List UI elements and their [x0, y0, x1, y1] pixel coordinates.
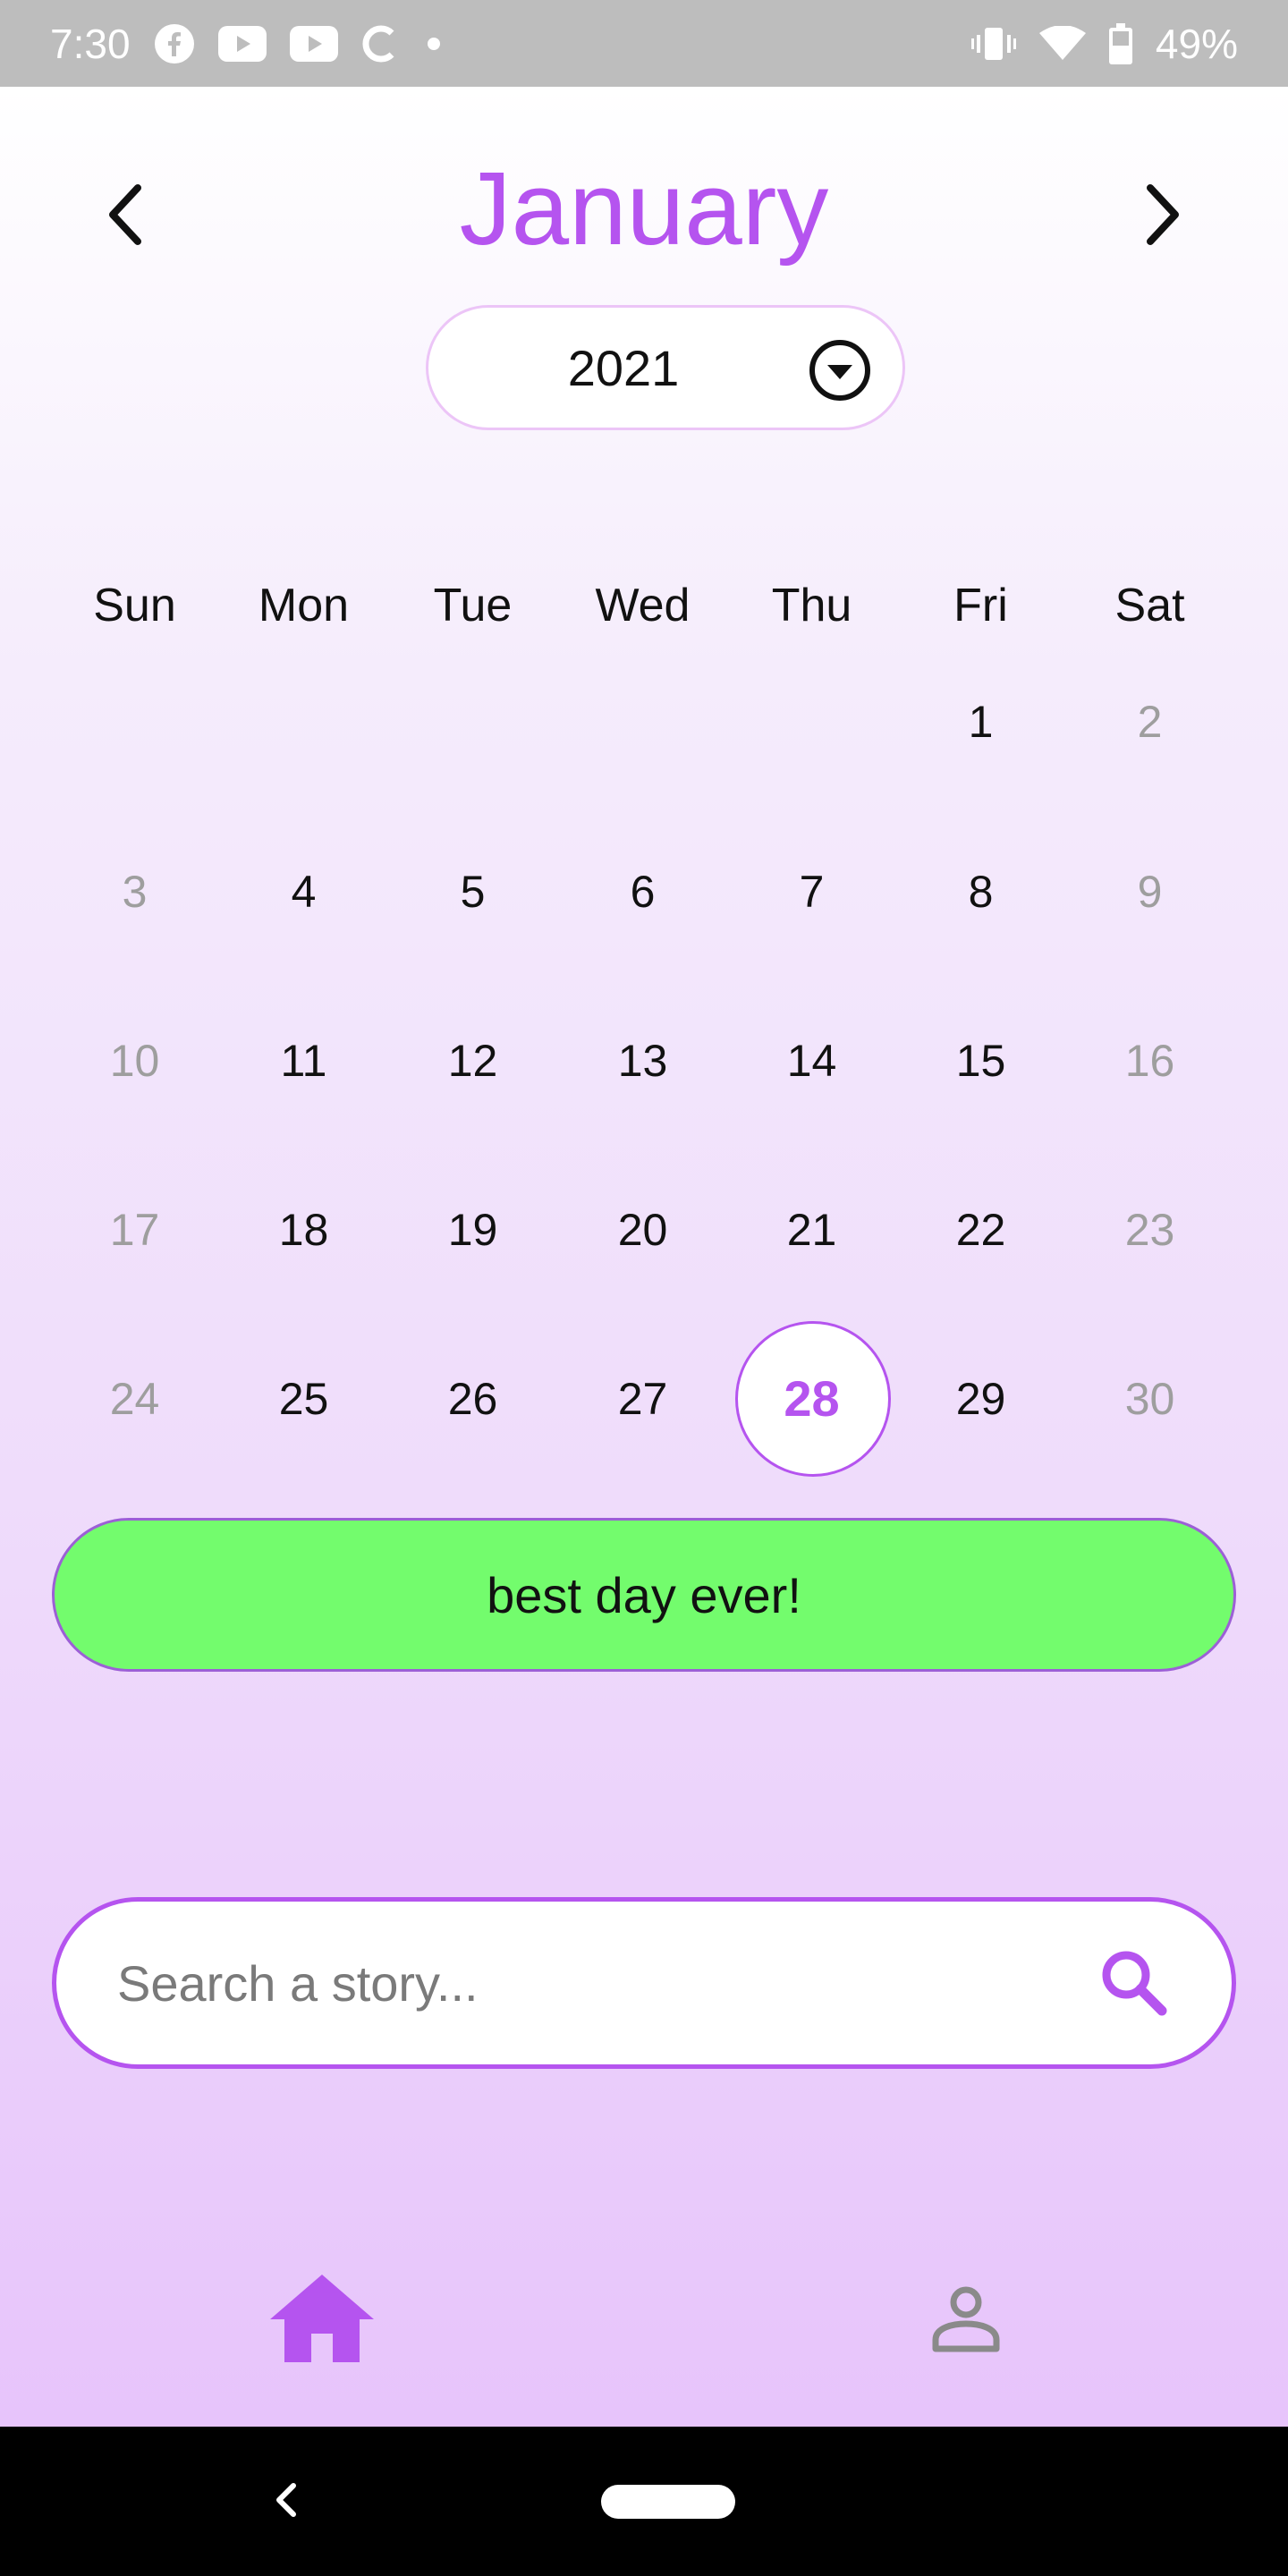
calendar-day[interactable]: 4 [219, 838, 388, 945]
wifi-icon [1038, 25, 1086, 62]
weekday-label: Sun [93, 580, 176, 631]
calendar-day[interactable]: 9 [1065, 838, 1234, 945]
mood-label: best day ever! [487, 1566, 801, 1623]
dot-icon [427, 37, 440, 50]
next-month-button[interactable] [1123, 174, 1203, 255]
calendar-day[interactable]: 8 [896, 838, 1065, 945]
facebook-icon [154, 23, 195, 64]
search-input[interactable] [117, 1902, 1083, 2064]
calendar-day[interactable]: 25 [219, 1345, 388, 1453]
calendar-day[interactable]: 22 [896, 1176, 1065, 1284]
home-icon [270, 2275, 374, 2362]
battery-percent: 49% [1155, 20, 1238, 67]
calendar-day[interactable]: 17 [50, 1176, 219, 1284]
calendar-day-selected[interactable]: 28 [727, 1321, 896, 1477]
calendar-day[interactable]: 16 [1065, 1007, 1234, 1114]
calendar-day[interactable]: 14 [727, 1007, 896, 1114]
calendar-day[interactable]: 2 [1065, 668, 1234, 775]
tab-profile[interactable] [903, 2256, 1029, 2381]
year-value: 2021 [567, 339, 680, 396]
weekday-label: Fri [953, 580, 1008, 631]
calendar-day[interactable]: 1 [896, 668, 1065, 775]
calendar-day[interactable]: 11 [219, 1007, 388, 1114]
calendar-day[interactable]: 3 [50, 838, 219, 945]
c-app-icon [361, 24, 397, 64]
vibrate-icon [970, 24, 1016, 64]
profile-icon [932, 2286, 1000, 2352]
year-dropdown[interactable]: 2021 [426, 305, 905, 430]
calendar-day[interactable]: 24 [50, 1345, 219, 1453]
calendar-day[interactable]: 19 [388, 1176, 557, 1284]
weekday-header: Sun Mon Tue Wed Thu Fri Sat [0, 570, 1288, 641]
weekday-label: Thu [771, 580, 852, 631]
calendar-day[interactable]: 20 [558, 1176, 727, 1284]
calendar-day[interactable]: 29 [896, 1345, 1065, 1453]
weekday-label: Wed [595, 580, 691, 631]
calendar-day[interactable]: 30 [1065, 1345, 1234, 1453]
home-pill-button[interactable] [601, 2485, 735, 2519]
calendar-day[interactable]: 12 [388, 1007, 557, 1114]
calendar-day[interactable]: 7 [727, 838, 896, 945]
youtube-icon [217, 25, 267, 62]
weekday-label: Mon [258, 580, 350, 631]
status-time: 7:30 [50, 20, 131, 67]
app-screen: January 2021 Sun Mon Tue Wed Thu Fri Sat… [0, 87, 1288, 2427]
dropdown-circle-icon [809, 340, 870, 401]
battery-icon [1108, 22, 1132, 64]
calendar-day[interactable]: 23 [1065, 1176, 1234, 1284]
weekday-label: Sat [1114, 580, 1185, 631]
calendar-day[interactable]: 15 [896, 1007, 1065, 1114]
calendar-day[interactable]: 5 [388, 838, 557, 945]
chevron-right-icon [1147, 184, 1179, 245]
search-icon[interactable] [1094, 1943, 1174, 2023]
tab-home[interactable] [259, 2256, 385, 2381]
calendar-day[interactable]: 10 [50, 1007, 219, 1114]
calendar-day[interactable]: 13 [558, 1007, 727, 1114]
search-bar [52, 1897, 1236, 2069]
back-icon[interactable] [259, 2473, 313, 2527]
calendar-day[interactable]: 27 [558, 1345, 727, 1453]
calendar-day[interactable]: 6 [558, 838, 727, 945]
mood-entry-button[interactable]: best day ever! [52, 1518, 1236, 1672]
calendar-day[interactable]: 18 [219, 1176, 388, 1284]
month-title: January [459, 150, 829, 267]
youtube-icon [289, 25, 338, 62]
weekday-label: Tue [433, 580, 513, 631]
calendar-day[interactable]: 21 [727, 1176, 896, 1284]
status-bar: 7:30 49% [0, 0, 1288, 87]
calendar-day[interactable]: 26 [388, 1345, 557, 1453]
system-nav-bar [0, 2427, 1288, 2576]
